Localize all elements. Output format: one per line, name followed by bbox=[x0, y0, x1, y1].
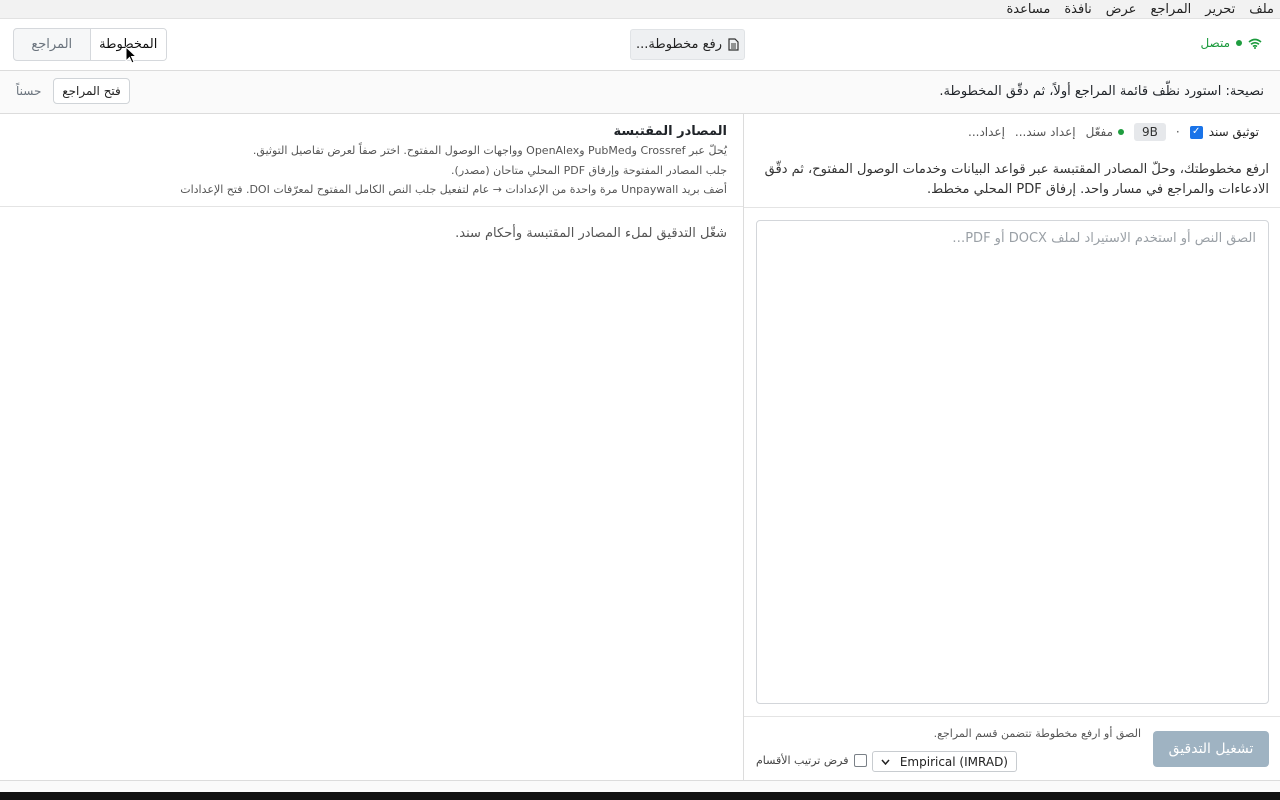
manuscript-header: توثيق سند ✓ · 9B مفعّل إعداد سند... إعدا… bbox=[744, 114, 1280, 208]
cited-sources-empty-state: شغّل التدقيق لملء المصادر المقتبسة وأحكا… bbox=[455, 226, 727, 241]
enabled-label: مفعّل bbox=[1085, 125, 1113, 139]
setup-link[interactable]: إعداد... bbox=[968, 125, 1005, 139]
separator: · bbox=[1175, 125, 1180, 139]
upload-manuscript-button[interactable]: رفع مخطوطة... bbox=[630, 29, 745, 60]
cited-sources-header: المصادر المقتبسة يُحلّ عبر Crossref وPub… bbox=[0, 114, 743, 207]
enforce-order-checkbox[interactable] bbox=[853, 754, 867, 767]
enabled-dot bbox=[1118, 129, 1124, 135]
view-tabs: المراجع المخطوطة bbox=[13, 28, 167, 61]
cited-sources-title: المصادر المقتبسة bbox=[613, 124, 727, 139]
unpaywall-settings-note[interactable]: أضف بريد Unpaywall مرة واحدة من الإعدادا… bbox=[180, 183, 727, 196]
model-badge: 9B bbox=[1134, 123, 1166, 141]
sanad-verify-toggle[interactable]: توثيق سند ✓ bbox=[1189, 125, 1259, 139]
chevron-down-icon bbox=[881, 759, 890, 765]
tip-banner: نصيحة: استورد نظّف قائمة المراجع أولاً، … bbox=[0, 71, 1280, 114]
cited-sources-fetch-note: جلب المصادر المفتوحة وإرفاق PDF المحلي م… bbox=[451, 164, 727, 177]
menu-help[interactable]: مساعدة bbox=[1006, 2, 1050, 17]
sanad-controls: توثيق سند ✓ · 9B مفعّل إعداد سند... إعدا… bbox=[968, 123, 1259, 141]
enabled-status: مفعّل bbox=[1086, 125, 1124, 139]
manuscript-mode-select[interactable]: Empirical (IMRAD) bbox=[872, 751, 1017, 772]
status-dot bbox=[1236, 40, 1242, 46]
taskbar bbox=[0, 792, 1280, 800]
toolbar: متصل رفع مخطوطة... المراجع المخطوطة bbox=[0, 19, 1280, 71]
cited-sources-pane: المصادر المقتبسة يُحلّ عبر Crossref وPub… bbox=[0, 114, 743, 780]
mouse-cursor-icon bbox=[125, 46, 137, 64]
menu-file[interactable]: ملف bbox=[1249, 2, 1274, 17]
wifi-icon bbox=[1248, 38, 1262, 49]
status-footer bbox=[0, 780, 1280, 792]
sanad-verify-label: توثيق سند bbox=[1208, 125, 1259, 139]
manuscript-footer: تشغيل التدقيق الصق أو ارفع مخطوطة تتضمن … bbox=[744, 716, 1280, 780]
tip-text: نصيحة: استورد نظّف قائمة المراجع أولاً، … bbox=[939, 84, 1264, 99]
cited-sources-description: يُحلّ عبر Crossref وPubMed وOpenAlex ووا… bbox=[252, 144, 727, 157]
connection-label: متصل bbox=[1200, 36, 1230, 50]
menu-bar: ملف تحرير المراجع عرض نافذة مساعدة bbox=[0, 0, 1280, 19]
paste-hint: الصق أو ارفع مخطوطة تتضمن قسم المراجع. bbox=[933, 727, 1141, 740]
menu-references[interactable]: المراجع bbox=[1150, 2, 1191, 17]
document-icon bbox=[728, 38, 739, 51]
menu-view[interactable]: عرض bbox=[1106, 2, 1137, 17]
manuscript-intro: ارفع مخطوطتك، وحلّ المصادر المقتبسة عبر … bbox=[764, 162, 1269, 197]
connection-status: متصل bbox=[1200, 36, 1262, 50]
enforce-order-label: فرض ترتيب الأقسام bbox=[756, 754, 849, 767]
manuscript-text-input[interactable]: الصق النص أو استخدم الاستيراد لملف DOCX … bbox=[756, 220, 1269, 704]
menu-edit[interactable]: تحرير bbox=[1205, 2, 1235, 17]
mode-selected: Empirical (IMRAD) bbox=[899, 754, 1008, 769]
tab-references[interactable]: المراجع bbox=[14, 29, 90, 60]
sanad-setup-link[interactable]: إعداد سند... bbox=[1015, 125, 1076, 139]
menu-window[interactable]: نافذة bbox=[1064, 2, 1091, 17]
manuscript-pane: توثيق سند ✓ · 9B مفعّل إعداد سند... إعدا… bbox=[743, 114, 1280, 780]
enforce-section-order[interactable]: فرض ترتيب الأقسام bbox=[756, 754, 867, 767]
upload-label: رفع مخطوطة... bbox=[636, 37, 722, 52]
run-check-button[interactable]: تشغيل التدقيق bbox=[1153, 731, 1269, 767]
open-references-button[interactable]: فتح المراجع bbox=[53, 78, 130, 104]
sanad-verify-checkbox[interactable]: ✓ bbox=[1189, 125, 1203, 139]
dismiss-tip-button[interactable]: حسناً bbox=[16, 84, 41, 98]
